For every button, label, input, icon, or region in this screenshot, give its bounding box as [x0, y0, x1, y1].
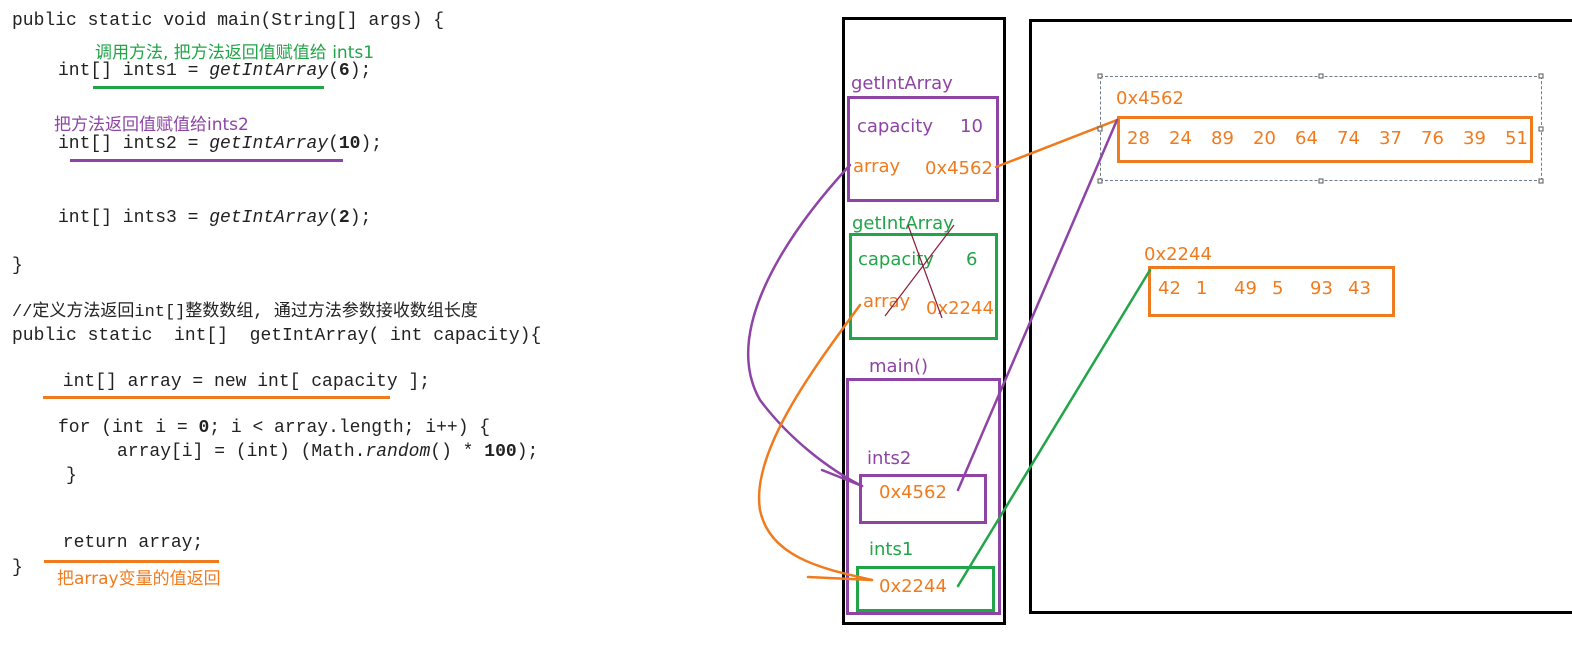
handle-tr [1538, 73, 1544, 79]
cross-out-line-a [907, 224, 943, 319]
handle-br [1538, 178, 1544, 184]
connector-layer [747, 73, 1544, 588]
handle-bl [1097, 178, 1103, 184]
arrow-ints2-to-heap1 [956, 118, 1119, 492]
arrow-mid-array-to-ints1 [757, 303, 874, 582]
handle-bm [1318, 178, 1324, 184]
arrowhead-ints2 [820, 468, 864, 488]
handle-tl [1097, 73, 1103, 79]
arrow-ints1-to-heap2 [956, 268, 1152, 588]
handle-tm [1318, 73, 1324, 79]
handle-ml [1097, 126, 1103, 132]
cross-out-line-b [884, 224, 955, 317]
handle-mr [1538, 126, 1544, 132]
